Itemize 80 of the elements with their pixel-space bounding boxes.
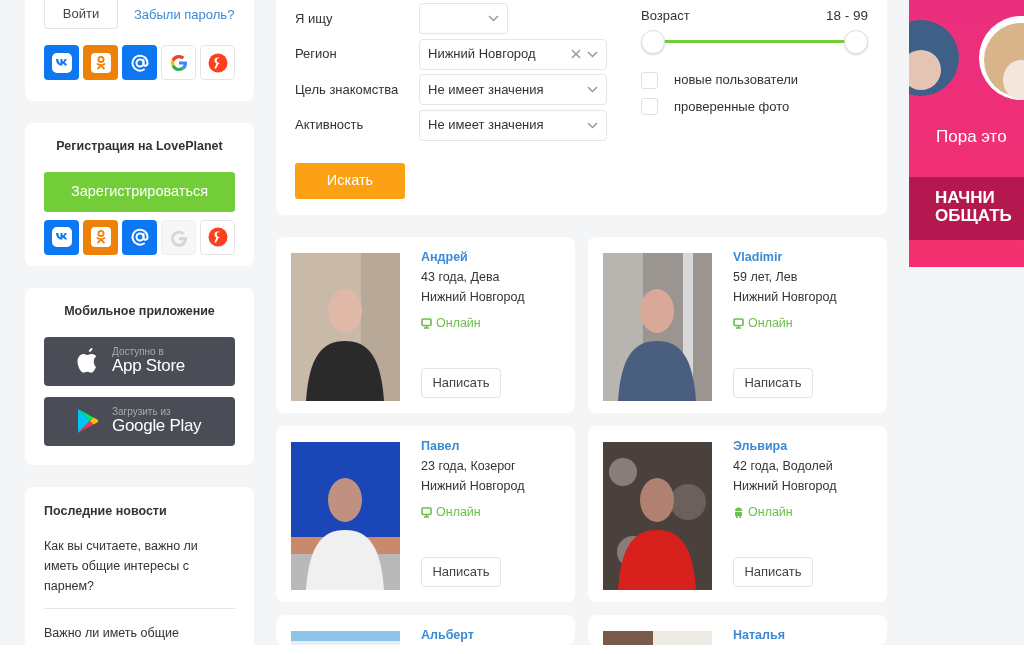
dropdown-field[interactable]: Не имеет значения (419, 109, 607, 141)
yandex-login-button[interactable] (200, 219, 235, 255)
news-link[interactable]: Как вы считаете, важно ли иметь общие интересы с парнем? (44, 536, 235, 610)
ad-tagline: Пора это (936, 126, 1007, 148)
profile-details: 42 года, Водолей (733, 458, 834, 475)
field-label: Активность (295, 116, 365, 135)
yandex-icon (206, 51, 229, 74)
message-button[interactable]: Написать (421, 368, 501, 398)
ad-call-to-action: НАЧНИ ОБЩАТЬ (935, 189, 1013, 225)
slider-label: Возраст (641, 7, 690, 25)
forgot-password-link[interactable]: Забыли пароль? (134, 4, 235, 25)
news-link[interactable]: Важно ли иметь общие (44, 609, 235, 644)
online-status: Онлайн (436, 315, 481, 332)
store-badge[interactable]: Доступно в App Store (44, 336, 235, 386)
profile-name-link[interactable]: Павел (421, 436, 525, 456)
monitor-icon (733, 317, 744, 329)
vk-login-button[interactable] (44, 219, 79, 255)
ok-login-button[interactable] (83, 45, 118, 80)
play-icon (76, 408, 100, 434)
message-button[interactable]: Написать (421, 557, 501, 587)
ok-icon (90, 52, 111, 73)
checkbox[interactable] (641, 98, 658, 115)
card-title: Последние новости (44, 502, 168, 520)
checkbox[interactable] (641, 71, 658, 89)
ad-banner[interactable]: Пора это НАЧНИ ОБЩАТЬ (909, 0, 1024, 267)
chevron-down-icon (587, 121, 598, 129)
login-button[interactable]: Войти (44, 0, 118, 29)
card-title: Мобильное приложение (63, 302, 216, 320)
store-caption: Загрузить из (112, 406, 172, 418)
profile-city: Нижний Новгород (733, 478, 837, 495)
profile-details: 59 лет, Лев (733, 269, 799, 286)
store-badge[interactable]: Загрузить из Google Play (44, 396, 235, 446)
field-label: Я ищу (295, 9, 334, 28)
dropdown-field[interactable]: Не имеет значения (419, 74, 607, 105)
mail-login-button[interactable] (122, 219, 157, 255)
ok-login-button[interactable] (83, 219, 118, 255)
message-button[interactable]: Написать (733, 557, 813, 587)
yandex-login-button[interactable] (200, 45, 235, 80)
slider-handle[interactable] (844, 30, 868, 55)
store-name: Google Play (112, 417, 202, 436)
online-status: Онлайн (748, 504, 793, 521)
monitor-icon (421, 506, 432, 518)
mail-login-button[interactable] (122, 45, 157, 80)
profile-name-link[interactable]: Наталья (733, 625, 785, 645)
checkbox-label: проверенные фото (674, 97, 790, 116)
yandex-icon (206, 226, 229, 249)
profile-details: 43 года, Дева (421, 269, 501, 286)
profile-name-link[interactable]: Эльвира (733, 436, 837, 456)
profile-name-link[interactable]: Андрей (421, 247, 525, 267)
online-status: Онлайн (748, 315, 793, 332)
store-name: App Store (112, 357, 185, 376)
profile-name-link[interactable]: Альберт (421, 625, 474, 645)
profile-name-link[interactable]: Vladimir (733, 247, 837, 267)
field-label: Цель знакомства (295, 80, 400, 99)
card-title: Регистрация на LovePlanet (55, 138, 224, 155)
android-icon (733, 506, 744, 518)
profile-city: Нижний Новгород (733, 289, 837, 306)
dropdown-field[interactable]: Нижний Новгород (419, 38, 607, 70)
store-caption: Доступно в (112, 346, 165, 358)
chevron-down-icon (587, 50, 598, 58)
monitor-icon (421, 317, 432, 329)
range-slider[interactable] (641, 28, 868, 55)
chevron-down-icon (587, 86, 598, 93)
message-button[interactable]: Написать (733, 368, 813, 398)
dropdown-field[interactable] (419, 3, 508, 34)
profile-city: Нижний Новгород (421, 289, 525, 306)
checkbox-label: новые пользователи (674, 71, 799, 90)
field-label: Регион (295, 45, 338, 64)
online-status: Онлайн (436, 504, 481, 521)
ok-icon (90, 227, 111, 248)
chevron-down-icon (488, 15, 499, 22)
google-login-button[interactable] (161, 45, 196, 80)
clear-icon[interactable] (571, 49, 581, 59)
vk-icon (51, 52, 72, 73)
profile-city: Нижний Новгород (421, 478, 525, 495)
profile-details: 23 года, Козерог (421, 458, 517, 475)
slider-handle[interactable] (641, 30, 665, 55)
vk-icon (51, 227, 72, 248)
vk-login-button[interactable] (44, 45, 79, 80)
age-range-reading: 18 - 99 (825, 7, 868, 25)
